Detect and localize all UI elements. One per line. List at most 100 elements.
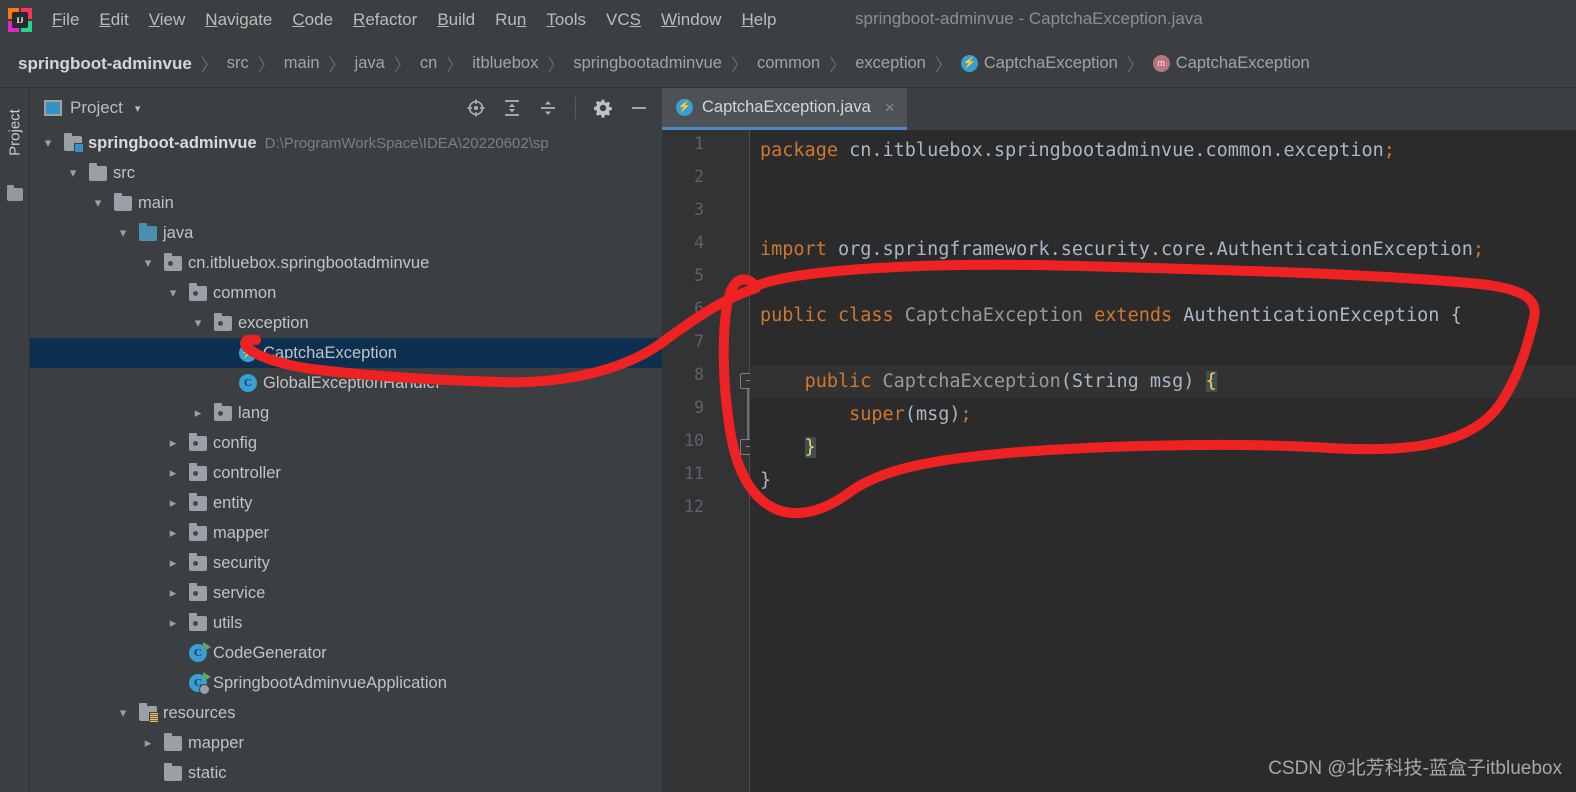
chevron-down-icon[interactable] <box>190 315 206 331</box>
tree-row[interactable]: entity <box>30 488 662 518</box>
chevron-right-icon[interactable] <box>190 405 206 421</box>
breadcrumb-item-main[interactable]: main <box>284 54 320 73</box>
select-opened-file-icon[interactable] <box>465 97 487 119</box>
line-number: 4 <box>694 233 704 252</box>
code-line[interactable] <box>750 266 1576 299</box>
source-folder-icon <box>139 222 157 241</box>
tree-row[interactable]: lang <box>30 398 662 428</box>
project-tree[interactable]: springboot-adminvue D:\ProgramWorkSpace\I… <box>30 128 662 792</box>
code-line[interactable]: } <box>750 464 1576 497</box>
breadcrumb-label: springboot-adminvue <box>18 53 192 73</box>
breadcrumb-item-src[interactable]: src <box>227 54 249 73</box>
breadcrumb-item-common[interactable]: common <box>757 54 820 73</box>
code-line[interactable]: } <box>750 431 1576 464</box>
tree-row[interactable]: security <box>30 548 662 578</box>
expand-all-icon[interactable] <box>501 97 523 119</box>
settings-gear-icon[interactable] <box>592 97 614 119</box>
menu-item-window[interactable]: Window <box>651 7 731 33</box>
code-line[interactable]: package cn.itbluebox.springbootadminvue.… <box>750 134 1576 167</box>
tree-row[interactable]: cn.itbluebox.springbootadminvue <box>30 248 662 278</box>
menu-item-edit[interactable]: Edit <box>89 7 138 33</box>
chevron-down-icon[interactable] <box>165 285 181 301</box>
chevron-down-icon[interactable]: ▾ <box>135 102 141 115</box>
close-icon[interactable]: × <box>885 99 895 116</box>
menu-item-run[interactable]: Run <box>485 7 536 33</box>
menu-item-build[interactable]: Build <box>427 7 485 33</box>
code-line[interactable] <box>750 497 1576 530</box>
code-line[interactable]: super(msg); <box>750 398 1576 431</box>
line-number: 6 <box>694 299 704 318</box>
breadcrumb-item-itbluebox[interactable]: itbluebox <box>472 54 538 73</box>
code-line[interactable] <box>750 332 1576 365</box>
code-token: package <box>760 140 838 161</box>
menu-item-vcs[interactable]: VCS <box>596 7 651 33</box>
chevron-right-icon[interactable] <box>165 525 181 541</box>
tree-row[interactable]: C CodeGenerator <box>30 638 662 668</box>
chevron-down-icon[interactable] <box>115 705 131 721</box>
project-strip-button[interactable]: Project <box>7 100 24 166</box>
code-line[interactable]: public class CaptchaException extends Au… <box>750 299 1576 332</box>
breadcrumb-item-captchaexception[interactable]: CaptchaException <box>960 54 1118 73</box>
tree-row[interactable]: C SpringbootAdminvueApplication <box>30 668 662 698</box>
collapse-all-icon[interactable] <box>537 97 559 119</box>
watermark: CSDN @北芳科技-蓝盒子itbluebox <box>1268 758 1562 779</box>
chevron-right-icon[interactable] <box>165 555 181 571</box>
code-token: org.springframework.security.core.Authen… <box>826 239 1473 260</box>
breadcrumb-item-springbootadminvue[interactable]: springbootadminvue <box>573 54 722 73</box>
breadcrumb-item-captchaexception[interactable]: m CaptchaException <box>1152 54 1310 73</box>
chevron-down-icon[interactable] <box>140 255 156 271</box>
tree-row[interactable]: C GlobalExceptionHandler <box>30 368 662 398</box>
toolwindow-actions <box>465 97 662 119</box>
tree-row[interactable]: common <box>30 278 662 308</box>
menu-item-refactor[interactable]: Refactor <box>343 7 427 33</box>
tree-row[interactable]: static <box>30 758 662 788</box>
breadcrumb-item-springboot-adminvue[interactable]: springboot-adminvue <box>18 54 192 74</box>
chevron-right-icon[interactable] <box>140 735 156 751</box>
menu-item-code[interactable]: Code <box>282 7 343 33</box>
line-number: 8 <box>694 365 704 384</box>
chevron-down-icon[interactable] <box>115 225 131 241</box>
code-line[interactable]: import org.springframework.security.core… <box>750 233 1576 266</box>
tree-row[interactable]: springboot-adminvue D:\ProgramWorkSpace\I… <box>30 128 662 158</box>
folder-icon <box>89 162 107 181</box>
editor-tab-captchaexception[interactable]: CaptchaException.java × <box>662 88 907 130</box>
menu-item-navigate[interactable]: Navigate <box>195 7 282 33</box>
breadcrumb-item-cn[interactable]: cn <box>420 54 437 73</box>
tree-row[interactable]: exception <box>30 308 662 338</box>
line-number: 3 <box>694 200 704 219</box>
code-line[interactable] <box>750 167 1576 200</box>
code-content[interactable]: package cn.itbluebox.springbootadminvue.… <box>750 130 1576 792</box>
package-icon <box>189 522 207 541</box>
tree-row[interactable]: service <box>30 578 662 608</box>
tree-row[interactable]: mapper <box>30 518 662 548</box>
tree-row[interactable]: controller <box>30 458 662 488</box>
tree-row[interactable]: ⚡ CaptchaException <box>30 338 662 368</box>
chevron-right-icon[interactable] <box>165 495 181 511</box>
tree-row[interactable]: src <box>30 158 662 188</box>
chevron-right-icon[interactable] <box>165 585 181 601</box>
tree-row[interactable]: java <box>30 218 662 248</box>
chevron-right-icon[interactable] <box>165 435 181 451</box>
tree-row[interactable]: mapper <box>30 728 662 758</box>
menu-item-help[interactable]: Help <box>731 7 786 33</box>
chevron-right-icon[interactable] <box>165 615 181 631</box>
chevron-down-icon[interactable] <box>65 165 81 181</box>
tree-row[interactable]: utils <box>30 608 662 638</box>
tree-row[interactable]: main <box>30 188 662 218</box>
menu-item-file[interactable]: File <box>42 7 89 33</box>
chevron-down-icon[interactable] <box>40 135 56 151</box>
tree-row[interactable]: config <box>30 428 662 458</box>
hide-minimize-icon[interactable] <box>628 97 650 119</box>
menu-item-tools[interactable]: Tools <box>536 7 596 33</box>
chevron-right-icon[interactable] <box>165 465 181 481</box>
editor-gutter[interactable]: 1 2 3 4 5 6 7 8 9 10 11 12− − <box>662 130 756 792</box>
package-icon <box>189 612 207 631</box>
code-line[interactable] <box>750 200 1576 233</box>
menu-item-view[interactable]: View <box>139 7 196 33</box>
code-line[interactable]: public CaptchaException(String msg) { <box>750 365 1576 398</box>
breadcrumb-item-java[interactable]: java <box>355 54 385 73</box>
chevron-down-icon[interactable] <box>90 195 106 211</box>
breadcrumb-item-exception[interactable]: exception <box>855 54 926 73</box>
tree-row[interactable]: resources <box>30 698 662 728</box>
